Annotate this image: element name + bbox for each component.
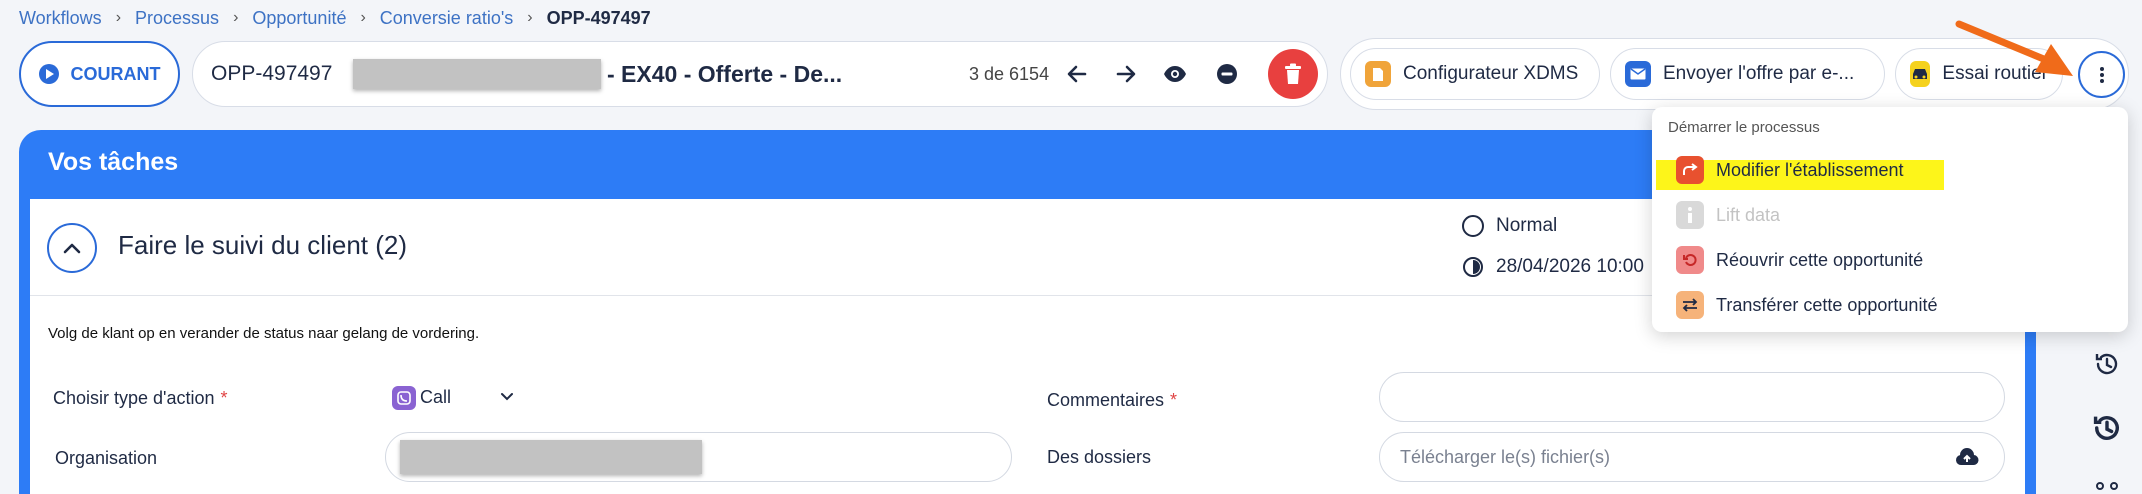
arrow-right-icon	[1116, 65, 1136, 83]
workflow-icon[interactable]	[2095, 480, 2119, 494]
transfer-icon	[1676, 291, 1704, 319]
menu-item-modifier-etablissement[interactable]: Modifier l'établissement	[1676, 153, 1904, 187]
start-process-menu-content: Démarrer le processus Modifier l'établis…	[1652, 107, 2128, 332]
breadcrumb-conversie[interactable]: Conversie ratio's	[380, 8, 514, 29]
more-options-button[interactable]	[2078, 51, 2125, 98]
breadcrumb-workflows[interactable]: Workflows	[19, 8, 102, 29]
organisation-label: Organisation	[55, 448, 158, 468]
chevron-right-icon: ›	[233, 9, 239, 26]
remove-button[interactable]	[1207, 54, 1247, 94]
trash-icon	[1285, 63, 1301, 84]
chevron-right-icon: ›	[115, 9, 122, 26]
priority-circle-icon	[1462, 215, 1484, 237]
breadcrumb-processus[interactable]: Processus	[135, 8, 219, 29]
history-icon[interactable]	[2093, 350, 2121, 378]
document-icon	[1365, 61, 1391, 87]
configurateur-xdms-label: Configurateur XDMS	[1403, 63, 1579, 84]
minus-circle-icon	[1217, 64, 1237, 84]
clock-icon	[1463, 257, 1483, 277]
menu-item-reouvrir[interactable]: Réouvrir cette opportunité	[1676, 243, 1923, 277]
previous-record-button[interactable]	[1057, 54, 1097, 94]
task-description: Volg de klant op en verander de status n…	[48, 325, 480, 342]
menu-header: Démarrer le processus	[1668, 119, 1820, 136]
files-upload[interactable]: Télécharger le(s) fichier(s)	[1379, 432, 2005, 482]
collapse-button[interactable]	[47, 223, 97, 273]
record-id: OPP-497497	[211, 62, 333, 85]
panel-title: Vos tâches	[48, 148, 179, 176]
eye-icon	[1164, 66, 1186, 82]
configurateur-xdms-button[interactable]: Configurateur XDMS	[1350, 48, 1600, 100]
chevron-down-icon[interactable]	[500, 392, 514, 402]
send-offer-button[interactable]: Envoyer l'offre par e-...	[1610, 48, 1885, 100]
redirect-icon	[1676, 156, 1704, 184]
delete-button[interactable]	[1268, 49, 1318, 99]
menu-item-label: Lift data	[1716, 204, 1781, 225]
chevron-right-icon: ›	[527, 9, 533, 26]
task-title: Faire le suivi du client (2)	[118, 230, 407, 260]
play-icon	[38, 64, 59, 84]
due-date: 28/04/2026 10:00	[1496, 256, 1644, 277]
arrow-left-icon	[1067, 65, 1087, 83]
reopen-icon	[1676, 246, 1704, 274]
next-record-button[interactable]	[1106, 54, 1146, 94]
cloud-upload-icon[interactable]	[1955, 447, 1979, 467]
record-bar: OPP-497497 - EX40 - Offerte - De... 3 de…	[192, 41, 1328, 107]
comments-label: Commentaires *	[1047, 390, 1178, 410]
record-name: - EX40 - Offerte - De...	[607, 61, 843, 87]
organisation-input[interactable]	[385, 432, 1012, 482]
redacted-organisation	[400, 440, 702, 474]
menu-item-label: Réouvrir cette opportunité	[1716, 249, 1924, 270]
car-icon	[1910, 61, 1931, 87]
menu-item-lift-data: Lift data	[1676, 198, 1780, 232]
preview-button[interactable]	[1155, 54, 1195, 94]
mail-icon	[1625, 61, 1651, 87]
breadcrumb-opportunite[interactable]: Opportunité	[252, 8, 346, 29]
breadcrumb-current: OPP-497497	[546, 7, 651, 28]
info-icon	[1676, 201, 1704, 229]
breadcrumb: Workflows › Processus › Opportunité › Co…	[19, 6, 651, 30]
action-type-label: Choisir type d'action *	[53, 388, 228, 408]
priority-text: Normal	[1496, 215, 1558, 236]
chevron-up-icon	[63, 243, 81, 254]
restore-icon[interactable]	[2091, 412, 2123, 444]
files-label: Des dossiers	[1047, 447, 1152, 467]
status-button[interactable]: COURANT	[19, 41, 180, 107]
menu-item-transferer[interactable]: Transférer cette opportunité	[1676, 288, 1937, 322]
record-pager: 3 de 6154	[969, 64, 1050, 84]
files-placeholder: Télécharger le(s) fichier(s)	[1400, 447, 1611, 467]
chevron-right-icon: ›	[360, 9, 366, 26]
annotation-arrow	[1955, 20, 2073, 76]
status-label: COURANT	[70, 63, 161, 84]
comments-input[interactable]	[1379, 372, 2005, 422]
send-offer-label: Envoyer l'offre par e-...	[1663, 63, 1855, 84]
phone-icon	[392, 386, 416, 410]
menu-item-label: Modifier l'établissement	[1716, 159, 1904, 180]
action-type-select[interactable]: Call	[420, 387, 451, 408]
redacted-customer-name	[353, 59, 601, 89]
more-vertical-icon	[2099, 66, 2104, 83]
menu-item-label: Transférer cette opportunité	[1716, 294, 1938, 315]
